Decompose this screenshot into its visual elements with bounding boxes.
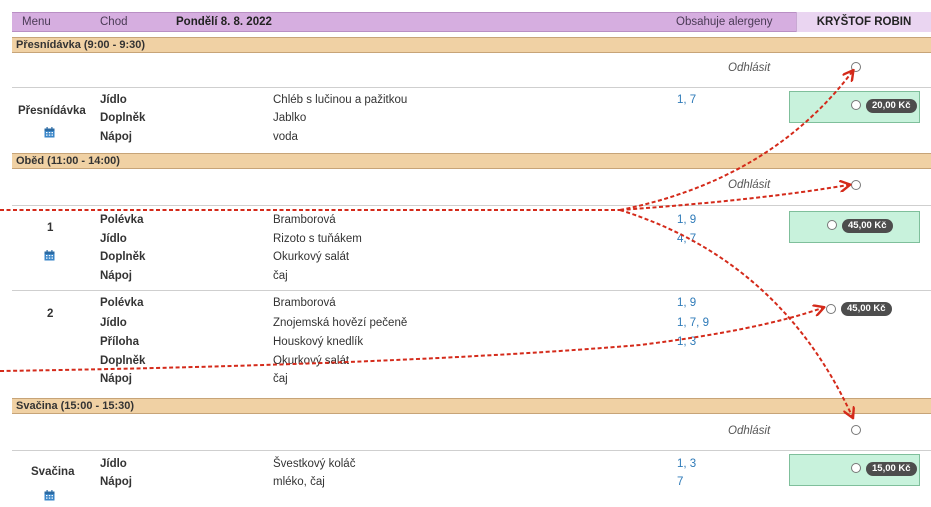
meal-name: Svačina [31, 466, 75, 478]
row-label: Jídlo [100, 458, 127, 470]
user-name[interactable]: KRYŠTOF ROBIN [796, 12, 931, 32]
row-label: Nápoj [100, 476, 132, 488]
row-label: Polévka [100, 297, 144, 309]
row-label: Nápoj [100, 270, 132, 282]
divider [12, 450, 931, 451]
order-box[interactable]: 45,00 Kč [789, 211, 920, 243]
row-value: Rizoto s tuňákem [273, 233, 362, 245]
allergen-link[interactable]: 4, 7 [677, 233, 696, 245]
row-value: Bramborová [273, 214, 336, 226]
table-header: Menu Chod Pondělí 8. 8. 2022 Obsahuje al… [12, 12, 931, 32]
row-label: Nápoj [100, 131, 132, 143]
meal-name: 1 [47, 222, 54, 234]
price-badge: 45,00 Kč [841, 302, 892, 316]
allergen-link[interactable]: 1, 3 [677, 458, 696, 470]
calendar-icon[interactable] [44, 490, 55, 501]
row-label: Jídlo [100, 317, 127, 329]
section-header: Svačina (15:00 - 15:30) [12, 398, 931, 414]
row-value: Chléb s lučinou a pažitkou [273, 94, 408, 106]
order-radio[interactable] [851, 100, 861, 110]
section-header: Oběd (11:00 - 14:00) [12, 153, 931, 169]
divider [12, 290, 931, 291]
cancel-radio[interactable] [851, 62, 861, 72]
header-allergens: Obsahuje alergeny [676, 16, 773, 28]
header-chod: Chod [100, 16, 128, 28]
meal-name: 2 [47, 308, 54, 320]
cancel-radio[interactable] [851, 425, 861, 435]
row-value: mléko, čaj [273, 476, 325, 488]
row-label: Doplněk [100, 251, 146, 263]
cancel-label: Odhlásit [728, 425, 771, 437]
price-badge: 15,00 Kč [866, 462, 917, 476]
price-badge: 45,00 Kč [842, 219, 893, 233]
row-value: Jablko [273, 112, 307, 124]
allergen-link[interactable]: 1, 9 [677, 297, 696, 309]
allergen-link[interactable]: 7 [677, 476, 683, 488]
meal-name: Přesnídávka [18, 105, 86, 117]
order-radio[interactable] [851, 463, 861, 473]
row-value: voda [273, 131, 298, 143]
row-value: Okurkový salát [273, 251, 350, 263]
allergen-link[interactable]: 1, 3 [677, 336, 696, 348]
allergen-link[interactable]: 1, 7 [677, 94, 696, 106]
allergen-link[interactable]: 1, 7, 9 [677, 317, 709, 329]
section-title: Oběd (11:00 - 14:00) [16, 155, 120, 167]
row-label: Jídlo [100, 233, 127, 245]
order-box[interactable]: 20,00 Kč [789, 91, 920, 123]
section-title: Přesnídávka (9:00 - 9:30) [16, 39, 146, 51]
order-radio[interactable] [826, 304, 836, 314]
row-value: Houskový knedlík [273, 336, 364, 348]
row-value: čaj [273, 373, 288, 385]
header-date: Pondělí 8. 8. 2022 [176, 16, 272, 28]
row-label: Doplněk [100, 355, 146, 367]
row-label: Nápoj [100, 373, 132, 385]
row-label: Doplněk [100, 112, 146, 124]
row-value: čaj [273, 270, 288, 282]
calendar-icon[interactable] [44, 127, 55, 138]
order-radio[interactable] [827, 220, 837, 230]
section-header: Přesnídávka (9:00 - 9:30) [12, 37, 931, 53]
header-menu: Menu [22, 16, 51, 28]
section-title: Svačina (15:00 - 15:30) [16, 400, 135, 412]
cancel-label: Odhlásit [728, 179, 771, 191]
calendar-icon[interactable] [44, 250, 55, 261]
allergen-link[interactable]: 1, 9 [677, 214, 696, 226]
row-value: Bramborová [273, 297, 336, 309]
divider [12, 205, 931, 206]
price-badge: 20,00 Kč [866, 99, 917, 113]
row-value: Švestkový koláč [273, 458, 356, 470]
row-label: Jídlo [100, 94, 127, 106]
row-label: Příloha [100, 336, 139, 348]
row-value: Okurkový salát [273, 355, 350, 367]
cancel-label: Odhlásit [728, 62, 771, 74]
divider [12, 87, 931, 88]
row-value: Znojemská hovězí pečeně [273, 317, 408, 329]
row-label: Polévka [100, 214, 144, 226]
order-box[interactable]: 15,00 Kč [789, 454, 920, 486]
cancel-radio[interactable] [851, 180, 861, 190]
